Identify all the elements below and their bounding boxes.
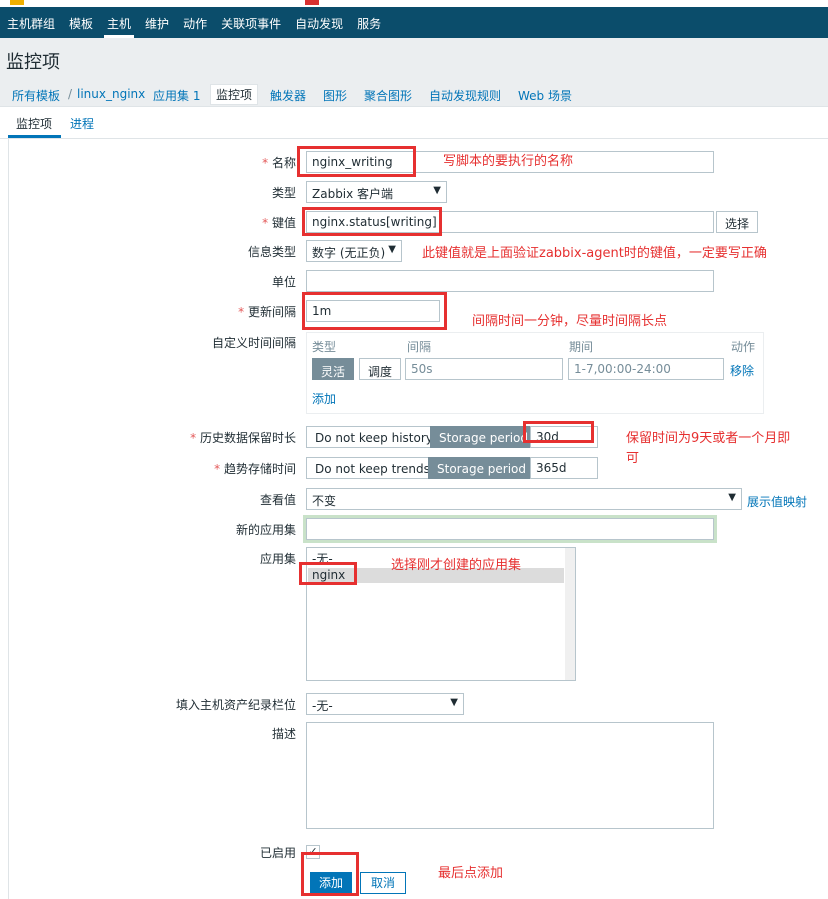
trends-field[interactable]: 365d	[530, 457, 598, 479]
description-field[interactable]	[306, 722, 714, 829]
breadcrumb: 所有模板 / linux_nginx 应用集 1 监控项 触发器 图形 聚合图形…	[0, 81, 828, 107]
new-app-field[interactable]	[306, 518, 714, 540]
apps-label: 应用集	[259, 552, 296, 566]
valuemap-select-value: 不变	[312, 494, 337, 508]
trends-on-toggle[interactable]: Storage period	[428, 457, 535, 479]
enabled-label: 已启用	[259, 846, 296, 860]
breadcrumb-triggers[interactable]: 触发器	[270, 87, 306, 104]
app-highlight	[299, 562, 357, 585]
ci-interval-field[interactable]: 50s	[405, 358, 563, 380]
units-field[interactable]	[306, 270, 714, 292]
history-highlight	[523, 421, 594, 443]
key-select-button[interactable]: 选择	[716, 211, 759, 233]
active-tab-indicator	[8, 135, 61, 138]
top-navigation: 主机群组 模板 主机 维护 动作 关联项事件 自动发现 服务	[0, 0, 828, 38]
item-form: * 名称 nginx_writing 写脚本的要执行的名称 类型 Zabbix …	[8, 139, 828, 899]
trends-off-toggle[interactable]: Do not keep trends	[306, 457, 439, 479]
add-annotation: 最后点添加	[438, 866, 504, 881]
inventory-label: 填入主机资产纪录栏位	[175, 698, 296, 712]
history-off-toggle[interactable]: Do not keep history	[306, 426, 442, 448]
ci-remove-link[interactable]: 移除	[730, 362, 754, 379]
breadcrumb-applications[interactable]: 应用集 1	[153, 87, 200, 104]
inventory-select-value: -无-	[312, 699, 333, 713]
menu-services[interactable]: 服务	[350, 9, 388, 38]
chevron-down-icon: ▼	[433, 185, 441, 196]
units-label: 单位	[271, 275, 296, 289]
valuemap-link[interactable]: 展示值映射	[747, 493, 807, 510]
ci-scheduling-toggle[interactable]: 调度	[359, 358, 402, 380]
history-on-toggle[interactable]: Storage period	[430, 426, 537, 448]
apps-scrollbar[interactable]	[565, 548, 575, 680]
inventory-select[interactable]: -无- ▼	[306, 693, 464, 715]
menu-correlation[interactable]: 关联项事件	[214, 9, 288, 38]
cancel-button[interactable]: 取消	[360, 872, 406, 894]
menu-discovery[interactable]: 自动发现	[288, 9, 350, 38]
valuemap-label: 查看值	[259, 493, 296, 507]
menu-maintenance[interactable]: 维护	[138, 9, 176, 38]
ci-type-header: 类型	[312, 340, 337, 354]
breadcrumb-discovery[interactable]: 自动发现规则	[429, 87, 501, 104]
history-label: * 历史数据保留时长	[190, 431, 296, 445]
breadcrumb-separator: /	[68, 87, 73, 101]
name-annotation: 写脚本的要执行的名称	[443, 154, 574, 169]
name-highlight	[297, 146, 416, 177]
interval-highlight	[302, 292, 447, 330]
menu-actions[interactable]: 动作	[176, 9, 214, 38]
info-type-select[interactable]: 数字 (无正负) ▼	[306, 240, 402, 262]
type-select-value: Zabbix 客户端	[312, 187, 394, 201]
ci-interval-header: 间隔	[407, 340, 432, 354]
page-header: 监控项	[0, 38, 828, 81]
breadcrumb-items[interactable]: 监控项	[210, 84, 259, 105]
breadcrumb-screens[interactable]: 聚合图形	[364, 87, 412, 104]
new-app-label: 新的应用集	[235, 523, 296, 537]
trends-label: * 趋势存储时间	[214, 462, 296, 476]
app-annotation: 选择刚才创建的应用集	[391, 558, 522, 573]
type-select[interactable]: Zabbix 客户端 ▼	[306, 181, 447, 203]
valuemap-select[interactable]: 不变 ▼	[306, 488, 742, 510]
main-menu: 主机群组 模板 主机 维护 动作 关联项事件 自动发现 服务	[0, 9, 388, 38]
ci-action-header: 动作	[731, 340, 756, 354]
form-tabs: 监控项 进程	[0, 107, 828, 139]
chevron-down-icon: ▼	[728, 492, 736, 503]
breadcrumb-all-templates[interactable]: 所有模板	[12, 87, 60, 104]
name-label: * 名称	[262, 156, 296, 170]
history-annotation-line2: 可	[626, 451, 640, 466]
key-highlight	[302, 207, 442, 236]
page-title: 监控项	[6, 52, 60, 73]
tab-process[interactable]: 进程	[70, 115, 94, 132]
chevron-down-icon: ▼	[388, 244, 396, 255]
ci-period-field[interactable]: 1-7,00:00-24:00	[568, 358, 724, 380]
add-highlight	[301, 852, 359, 896]
menu-templates[interactable]: 模板	[62, 9, 100, 38]
description-label: 描述	[271, 727, 296, 741]
custom-intervals-table: 类型 间隔 期间 动作 灵活 调度 50s 1-7,00:00-24:00 移除…	[306, 332, 764, 414]
interval-annotation: 间隔时间一分钟，尽量时间隔长点	[472, 314, 668, 329]
info-type-select-value: 数字 (无正负)	[312, 246, 386, 260]
update-interval-label: * 更新间隔	[238, 305, 296, 319]
history-annotation-line1: 保留时间为9天或者一个月即	[626, 431, 791, 446]
type-label: 类型	[271, 186, 296, 200]
breadcrumb-template[interactable]: linux_nginx	[77, 87, 145, 101]
key-annotation: 此键值就是上面验证zabbix-agent时的键值，一定要写正确	[422, 246, 767, 261]
custom-intervals-label: 自定义时间间隔	[211, 336, 296, 350]
key-label: * 键值	[262, 216, 296, 230]
browser-bookmark-strip	[0, 0, 828, 7]
menu-hosts[interactable]: 主机	[100, 9, 138, 38]
tab-item[interactable]: 监控项	[16, 115, 52, 132]
chevron-down-icon: ▼	[450, 697, 458, 708]
breadcrumb-graphs[interactable]: 图形	[323, 87, 347, 104]
info-type-label: 信息类型	[247, 245, 296, 259]
ci-flexible-toggle[interactable]: 灵活	[312, 358, 355, 380]
ci-add-link[interactable]: 添加	[312, 390, 336, 407]
ci-period-header: 期间	[569, 340, 594, 354]
menu-host-groups[interactable]: 主机群组	[0, 9, 62, 38]
breadcrumb-web[interactable]: Web 场景	[518, 87, 572, 104]
